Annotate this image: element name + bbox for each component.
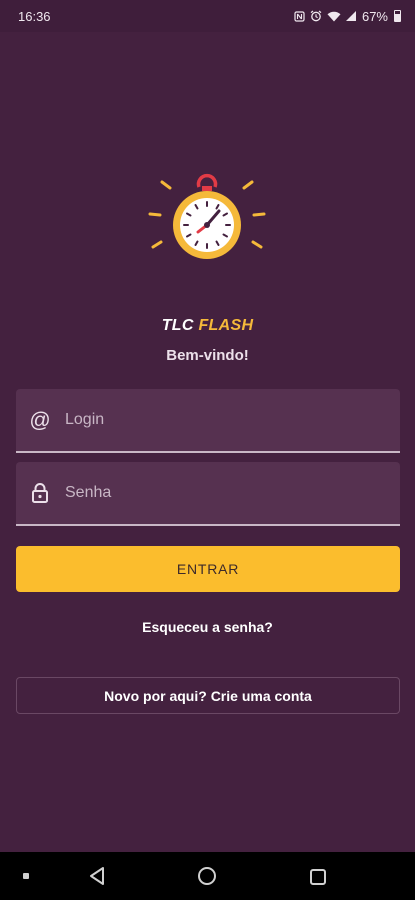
login-button[interactable]: ENTRAR [16,546,400,592]
battery-percent: 67% [361,8,388,24]
back-icon[interactable] [88,866,106,886]
login-input[interactable] [65,389,400,451]
wifi-icon [327,11,341,21]
home-icon[interactable] [197,866,217,886]
navigation-bar [0,852,415,900]
app-title: TLC FLASH [0,317,415,335]
password-field[interactable] [16,462,400,526]
signup-button[interactable]: Novo por aqui? Crie uma conta [16,677,400,714]
login-screen: 16:36 67% TLC FLASH Bem-vindo! @ Login E… [0,0,415,900]
stopwatch-icon [148,173,266,259]
menu-dot-icon[interactable] [23,873,29,879]
status-icons [294,10,356,22]
status-bar: 16:36 67% [0,0,415,32]
nfc-icon [294,10,305,22]
lock-icon [28,481,52,505]
app-title-part1: TLC [161,317,194,334]
welcome-text: Bem-vindo! [166,347,249,364]
forgot-password-link[interactable]: Esqueceu a senha? [0,619,415,635]
status-right: 67% [294,9,401,24]
signal-icon [345,11,356,21]
password-input[interactable] [65,462,400,524]
login-field[interactable]: @ [16,389,400,453]
battery-icon [394,10,401,22]
recents-icon[interactable] [309,868,327,886]
alarm-icon [310,10,322,22]
app-title-part2: FLASH [198,317,254,334]
at-icon: @ [29,408,51,432]
status-time: 16:36 [18,8,51,24]
